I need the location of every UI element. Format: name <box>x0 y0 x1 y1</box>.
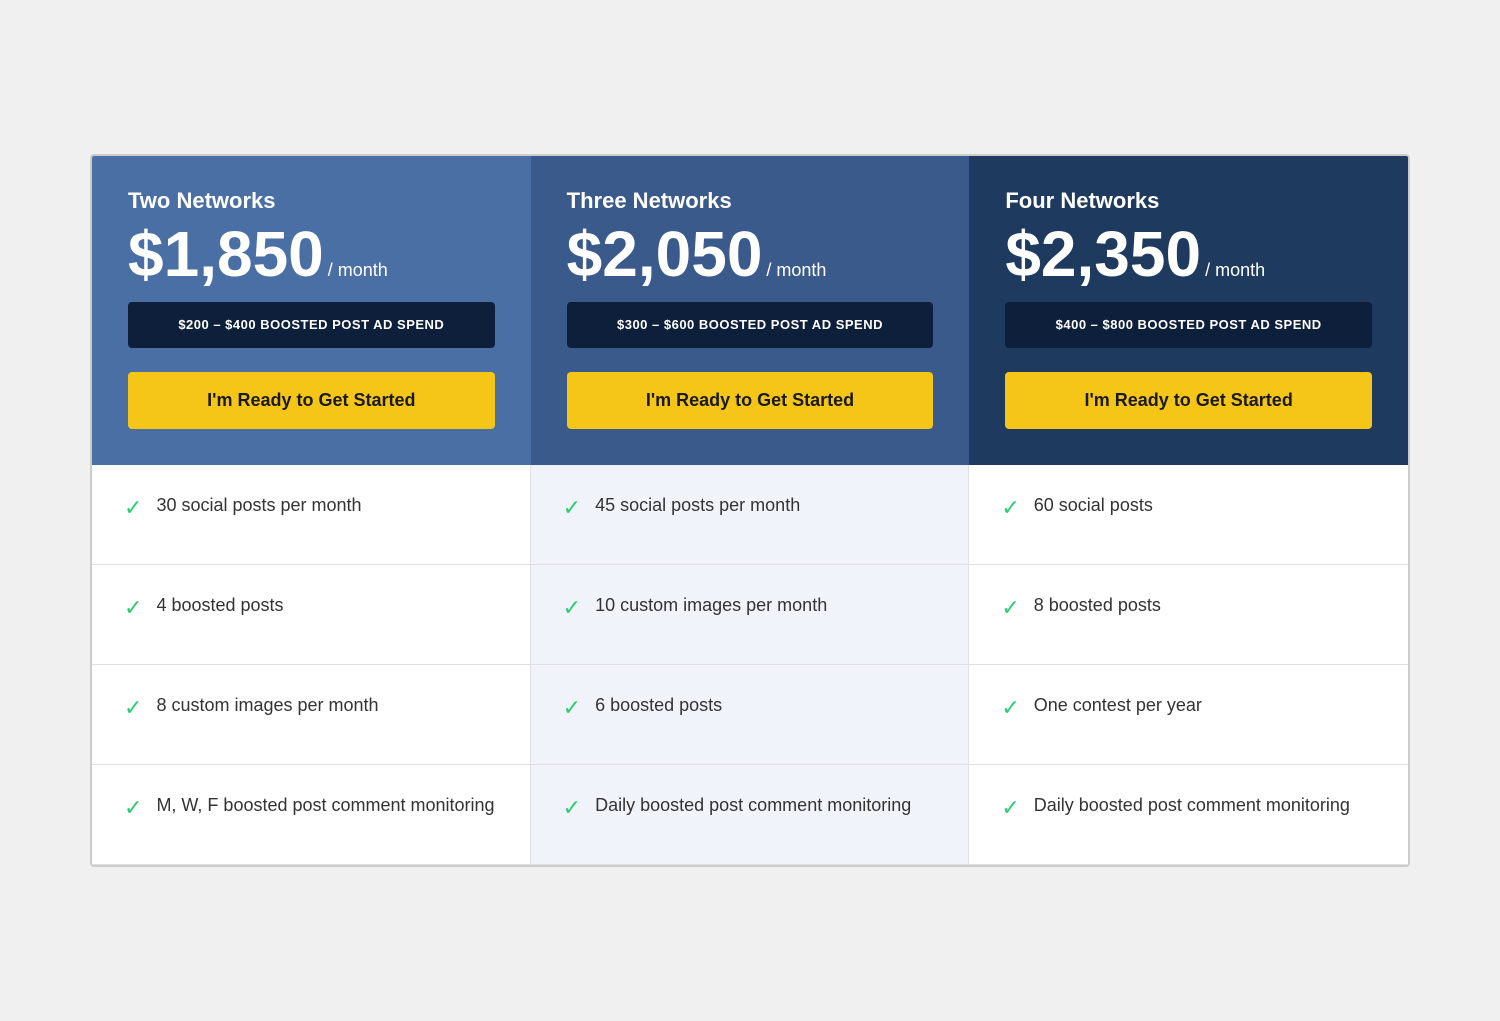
plan-price-1: $1,850 <box>128 222 324 286</box>
check-icon-col2-row2: ✓ <box>563 595 581 621</box>
check-icon-col3-row4: ✓ <box>1001 795 1019 821</box>
check-icon-col3-row1: ✓ <box>1001 495 1019 521</box>
feature-text-col1-row2: 4 boosted posts <box>156 593 283 618</box>
plan-name-1: Two Networks <box>128 188 495 214</box>
feature-text-col3-row3: One contest per year <box>1034 693 1202 718</box>
feature-item-col1-row4: ✓ M, W, F boosted post comment monitorin… <box>92 765 530 865</box>
check-icon-col1-row3: ✓ <box>124 695 142 721</box>
plan-period-3: / month <box>1205 260 1265 281</box>
feature-item-col1-row2: ✓ 4 boosted posts <box>92 565 530 665</box>
plan-cta-button-3[interactable]: I'm Ready to Get Started <box>1005 372 1372 429</box>
pricing-header: Two Networks $1,850 / month $200 – $400 … <box>92 156 1408 465</box>
feature-item-col2-row4: ✓ Daily boosted post comment monitoring <box>531 765 969 865</box>
feature-item-col3-row2: ✓ 8 boosted posts <box>969 565 1408 665</box>
plan-cta-button-1[interactable]: I'm Ready to Get Started <box>128 372 495 429</box>
check-icon-col1-row4: ✓ <box>124 795 142 821</box>
feature-text-col1-row4: M, W, F boosted post comment monitoring <box>156 793 494 818</box>
feature-text-col3-row1: 60 social posts <box>1034 493 1153 518</box>
feature-text-col2-row2: 10 custom images per month <box>595 593 827 618</box>
feature-item-col2-row1: ✓ 45 social posts per month <box>531 465 969 565</box>
check-icon-col2-row3: ✓ <box>563 695 581 721</box>
plan-ad-spend-1: $200 – $400 BOOSTED POST AD SPEND <box>128 302 495 348</box>
feature-column-3: ✓ 60 social posts ✓ 8 boosted posts ✓ On… <box>969 465 1408 865</box>
plan-period-1: / month <box>328 260 388 281</box>
plan-name-3: Four Networks <box>1005 188 1372 214</box>
plan-ad-spend-3: $400 – $800 BOOSTED POST AD SPEND <box>1005 302 1372 348</box>
check-icon-col2-row1: ✓ <box>563 495 581 521</box>
feature-text-col2-row1: 45 social posts per month <box>595 493 800 518</box>
check-icon-col3-row2: ✓ <box>1001 595 1019 621</box>
plan-price-2: $2,050 <box>567 222 763 286</box>
pricing-table: Two Networks $1,850 / month $200 – $400 … <box>90 154 1410 867</box>
plan-header-2: Three Networks $2,050 / month $300 – $60… <box>531 156 970 465</box>
plan-price-3: $2,350 <box>1005 222 1201 286</box>
feature-text-col1-row1: 30 social posts per month <box>156 493 361 518</box>
plan-header-1: Two Networks $1,850 / month $200 – $400 … <box>92 156 531 465</box>
feature-text-col2-row4: Daily boosted post comment monitoring <box>595 793 911 818</box>
feature-item-col3-row4: ✓ Daily boosted post comment monitoring <box>969 765 1408 865</box>
feature-item-col3-row1: ✓ 60 social posts <box>969 465 1408 565</box>
feature-item-col1-row3: ✓ 8 custom images per month <box>92 665 530 765</box>
feature-column-2: ✓ 45 social posts per month ✓ 10 custom … <box>531 465 970 865</box>
feature-text-col3-row4: Daily boosted post comment monitoring <box>1034 793 1350 818</box>
feature-item-col2-row3: ✓ 6 boosted posts <box>531 665 969 765</box>
pricing-features: ✓ 30 social posts per month ✓ 4 boosted … <box>92 465 1408 865</box>
plan-name-2: Three Networks <box>567 188 934 214</box>
plan-period-2: / month <box>766 260 826 281</box>
check-icon-col3-row3: ✓ <box>1001 695 1019 721</box>
plan-price-row-3: $2,350 / month <box>1005 222 1372 286</box>
plan-price-row-1: $1,850 / month <box>128 222 495 286</box>
feature-text-col3-row2: 8 boosted posts <box>1034 593 1161 618</box>
feature-text-col2-row3: 6 boosted posts <box>595 693 722 718</box>
check-icon-col2-row4: ✓ <box>563 795 581 821</box>
check-icon-col1-row2: ✓ <box>124 595 142 621</box>
plan-cta-button-2[interactable]: I'm Ready to Get Started <box>567 372 934 429</box>
plan-header-3: Four Networks $2,350 / month $400 – $800… <box>969 156 1408 465</box>
check-icon-col1-row1: ✓ <box>124 495 142 521</box>
plan-price-row-2: $2,050 / month <box>567 222 934 286</box>
feature-column-1: ✓ 30 social posts per month ✓ 4 boosted … <box>92 465 531 865</box>
feature-text-col1-row3: 8 custom images per month <box>156 693 378 718</box>
feature-item-col3-row3: ✓ One contest per year <box>969 665 1408 765</box>
plan-ad-spend-2: $300 – $600 BOOSTED POST AD SPEND <box>567 302 934 348</box>
feature-item-col1-row1: ✓ 30 social posts per month <box>92 465 530 565</box>
feature-item-col2-row2: ✓ 10 custom images per month <box>531 565 969 665</box>
